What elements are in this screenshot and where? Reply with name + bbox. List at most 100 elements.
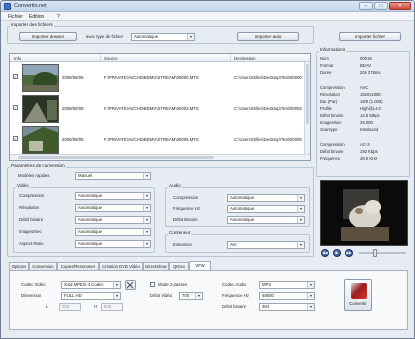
file-row[interactable]: ✓ 2009/08/08 F:\PRIVATE\AVCHD\BDMV\STREA… — [10, 125, 310, 156]
import-folder-button[interactable]: Importer dossier — [19, 32, 77, 41]
tab-options[interactable]: Options — [9, 262, 29, 270]
two-pass-label: Mode 2 passes — [158, 282, 188, 287]
tab-vfw[interactable]: VFW — [189, 261, 211, 270]
file-type-label: avec type de fichier — [86, 34, 124, 39]
codec-settings-button[interactable] — [125, 280, 136, 290]
video-thumbnail — [22, 95, 59, 123]
video-preview — [320, 180, 408, 246]
info-value: 16/9 (1.000) — [360, 98, 383, 104]
minimize-button[interactable]: – — [359, 2, 373, 10]
file-row[interactable]: ✓ 2009/08/08 F:\PRIVATE\AVCHD\BDMV\STREA… — [10, 94, 310, 125]
column-destination[interactable]: Destination — [234, 56, 256, 61]
info-key: Dar (Par) — [320, 98, 338, 104]
info-row: Fréquence 48.0 KHz — [320, 155, 408, 162]
seek-bar[interactable] — [359, 252, 406, 254]
dimension-select[interactable]: FULL HD ▼ — [61, 292, 121, 300]
import-file-button[interactable]: Importer fichier — [339, 32, 401, 41]
maximize-button[interactable]: □ — [374, 2, 388, 10]
info-key: Images/sec — [320, 120, 342, 126]
tab-copier-renommer[interactable]: Copier/Renommer — [57, 262, 99, 270]
column-source[interactable]: Source — [104, 56, 118, 61]
video-resolution-value: Automatique — [78, 205, 103, 210]
informations-title: Informations — [319, 47, 347, 52]
video-bitrate-vfw-label: Débit Vidéo — [150, 293, 173, 298]
video-bitrate-vfw-value: 700 — [182, 293, 190, 298]
presets-value: Manuel — [78, 173, 93, 178]
height-input[interactable]: 576 — [101, 303, 123, 311]
tools-icon — [126, 281, 134, 289]
row-checkbox[interactable]: ✓ — [13, 105, 18, 110]
file-list[interactable]: Info Source Destination ✓ 2009/08/08 F:\… — [9, 53, 311, 161]
video-fps-value: Automatique — [78, 229, 103, 234]
import-group-title: Importer des fichiers — [10, 22, 54, 27]
audio-bitrate-select[interactable]: Automatique ▼ — [227, 216, 305, 224]
video-resolution-select[interactable]: Automatique ▼ — [75, 204, 151, 212]
row-source: F:\PRIVATE\AVCHD\BDMV\STREAM\00003.MTS — [104, 106, 199, 111]
play-button[interactable]: ▶ — [333, 249, 341, 257]
info-key: Compression — [320, 141, 345, 147]
video-codec-select[interactable]: Xvid MPEG-4 Codec ▼ — [61, 281, 121, 289]
file-type-value: Automatique — [134, 34, 159, 39]
row-checkbox[interactable]: ✓ — [13, 136, 18, 141]
file-list-header: Info Source Destination — [10, 54, 310, 62]
video-compression-select[interactable]: Automatique ▼ — [75, 192, 151, 200]
two-pass-checkbox[interactable] — [150, 282, 155, 287]
chevron-down-icon: ▼ — [307, 304, 314, 310]
container-extension-select[interactable]: AVI ▼ — [227, 241, 305, 249]
info-key: Compression — [320, 84, 345, 90]
app-window: Convertio.net – □ ✕ Fichier Edition ? Im… — [0, 0, 415, 339]
forward-button[interactable]: ▶▶ — [345, 249, 353, 257]
height-label: H — [94, 304, 98, 309]
audio-frequency-select[interactable]: Automatique ▼ — [227, 205, 305, 213]
video-fps-select[interactable]: Automatique ▼ — [75, 228, 151, 236]
tab-creation-dvd[interactable]: Création DVD Vidéo — [99, 262, 143, 270]
tab-conversion[interactable]: Conversion — [29, 262, 57, 270]
video-aspect-select[interactable]: Automatique ▼ — [75, 240, 151, 248]
menu-edition[interactable]: Edition — [29, 14, 44, 20]
file-type-select[interactable]: Automatique ▼ — [131, 33, 195, 41]
video-fps-label: Images/Sec — [19, 229, 42, 234]
chevron-down-icon: ▼ — [297, 206, 304, 212]
player-controls: ◀◀ ▶ ▶▶ — [320, 249, 408, 259]
file-row[interactable]: ✓ 2009/08/08 F:\PRIVATE\AVCHD\BDMV\STREA… — [10, 63, 310, 94]
info-value: High@L4.0 — [360, 105, 382, 111]
info-row: Compression AC-3 — [320, 141, 408, 148]
scrollbar-thumb[interactable] — [306, 64, 309, 124]
chevron-down-icon: ▼ — [143, 241, 150, 247]
video-compression-value: Automatique — [78, 193, 103, 198]
video-bitrate-vfw-select[interactable]: 700 ▼ — [179, 292, 203, 300]
menu-fichier[interactable]: Fichier — [8, 14, 23, 20]
video-bitrate-select[interactable]: Automatique ▼ — [75, 216, 151, 224]
convert-button[interactable]: Convertir — [344, 279, 372, 311]
tab-qtocx[interactable]: QtOcx — [169, 262, 189, 270]
chevron-down-icon: ▼ — [297, 217, 304, 223]
info-value: 29.000 — [360, 120, 373, 126]
menu-help[interactable]: ? — [57, 14, 60, 20]
info-key: Débit binaire — [320, 148, 344, 154]
rewind-button[interactable]: ◀◀ — [321, 249, 329, 257]
column-info[interactable]: Info — [14, 56, 21, 61]
info-row: Durée 20s 278ms — [320, 69, 408, 76]
container-extension-label: Extension — [173, 242, 192, 247]
width-label: L — [46, 304, 49, 309]
row-checkbox[interactable]: ✓ — [13, 74, 18, 79]
vfw-audio-bitrate-select[interactable]: 384 ▼ — [259, 303, 315, 311]
chevron-down-icon: ▼ — [113, 282, 120, 288]
close-button[interactable]: ✕ — [389, 2, 411, 10]
import-auto-button[interactable]: Importer auto — [237, 32, 299, 41]
vfw-frequency-select[interactable]: 48000 ▼ — [259, 292, 315, 300]
file-list-horizontal-scrollbar[interactable] — [10, 154, 310, 160]
audio-codec-select[interactable]: MP3 ▼ — [259, 281, 315, 289]
seek-slider-handle[interactable] — [372, 249, 377, 257]
presets-label: Modèles rapides — [18, 173, 50, 178]
presets-select[interactable]: Manuel ▼ — [75, 172, 151, 180]
audio-compression-select[interactable]: Automatique ▼ — [227, 194, 305, 202]
informations-table: Nom 00018 Format BDAV Durée 20s 278ms Compr… — [320, 55, 408, 162]
chevron-down-icon: ▼ — [143, 193, 150, 199]
file-list-vertical-scrollbar[interactable] — [304, 62, 310, 156]
scrollbar-thumb[interactable] — [18, 156, 214, 159]
info-key: Débit binaire — [320, 113, 344, 119]
width-input[interactable]: 720 — [59, 303, 81, 311]
tab-directshow[interactable]: DirectShow — [143, 262, 169, 270]
